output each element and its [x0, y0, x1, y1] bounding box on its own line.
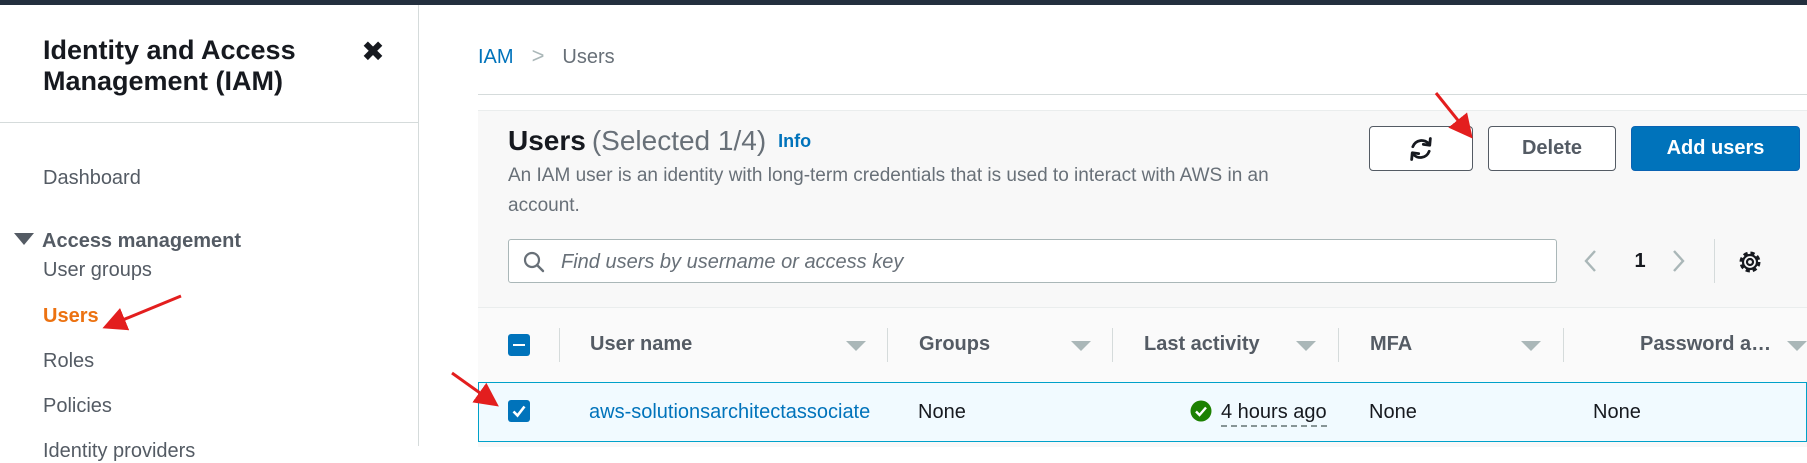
column-header-last-activity[interactable]: Last activity [1144, 333, 1260, 356]
previous-page-button[interactable] [1581, 239, 1611, 283]
sidebar-item-roles[interactable]: Roles [43, 349, 94, 373]
sidebar-section-label: Access management [42, 230, 241, 252]
column-separator [887, 328, 888, 362]
users-panel: Users (Selected 1/4) Info An IAM user is a… [478, 110, 1807, 447]
sidebar-item-dashboard[interactable]: Dashboard [43, 166, 141, 190]
sort-caret-icon[interactable] [1521, 341, 1541, 351]
sidebar: Identity and Access Management (IAM) ✖ D… [0, 5, 419, 462]
row-checkbox[interactable] [508, 400, 530, 422]
sidebar-item-users[interactable]: Users [43, 304, 99, 328]
table-header: User name Groups Last activity MFA Passw… [478, 307, 1807, 383]
breadcrumb-current: Users [562, 46, 615, 68]
password-age-cell: None [1593, 401, 1641, 423]
selected-count: (Selected 1/4) [591, 125, 767, 156]
sidebar-section-access-management[interactable]: Access management [14, 229, 241, 253]
success-check-icon [1190, 400, 1212, 422]
search-icon [523, 251, 545, 273]
table-row[interactable]: aws-solutionsarchitectassociate None 4 h… [478, 382, 1807, 442]
refresh-icon [1410, 137, 1432, 161]
sidebar-item-policies[interactable]: Policies [43, 394, 112, 418]
column-header-user-name[interactable]: User name [590, 333, 692, 356]
sidebar-divider [0, 122, 418, 123]
column-header-mfa[interactable]: MFA [1370, 333, 1412, 356]
groups-cell: None [918, 401, 966, 423]
sidebar-item-identity-providers[interactable]: Identity providers [43, 439, 195, 463]
search-field[interactable] [508, 239, 1557, 283]
column-separator [559, 328, 560, 362]
next-page-button[interactable] [1668, 239, 1698, 283]
pager-divider [1714, 239, 1715, 283]
chevron-left-icon [1584, 250, 1596, 272]
main-divider [478, 94, 1807, 95]
refresh-button[interactable] [1369, 126, 1473, 171]
breadcrumb: IAM > Users [478, 44, 615, 69]
info-link[interactable]: Info [778, 131, 811, 151]
column-separator [1338, 328, 1339, 362]
panel-description: An IAM user is an identity with long-ter… [508, 165, 1269, 216]
add-users-button[interactable]: Add users [1631, 126, 1800, 171]
column-separator [1563, 328, 1564, 362]
user-name-link[interactable]: aws-solutionsarchitectassociate [589, 400, 870, 424]
sidebar-item-user-groups[interactable]: User groups [43, 258, 152, 282]
delete-button[interactable]: Delete [1488, 126, 1616, 171]
breadcrumb-separator-icon: > [531, 43, 545, 68]
sort-caret-icon[interactable] [1071, 341, 1091, 351]
column-header-password-age[interactable]: Password a… [1640, 333, 1771, 356]
sidebar-title: Identity and Access Management (IAM) [43, 35, 296, 96]
page-title: Users [508, 125, 586, 156]
search-input[interactable] [559, 246, 1543, 278]
sort-caret-icon[interactable] [1787, 341, 1807, 351]
sort-caret-icon[interactable] [1296, 341, 1316, 351]
preferences-button[interactable] [1735, 247, 1765, 277]
column-header-groups[interactable]: Groups [919, 333, 990, 356]
chevron-right-icon [1673, 250, 1685, 272]
page-number-button[interactable]: 1 [1625, 239, 1655, 283]
column-separator [1112, 328, 1113, 362]
panel-header: Users (Selected 1/4) Info [508, 125, 811, 157]
checkmark-icon [512, 405, 526, 418]
close-icon[interactable]: ✖ [358, 37, 388, 67]
breadcrumb-iam-link[interactable]: IAM [478, 46, 514, 68]
caret-down-icon [14, 233, 34, 245]
sort-caret-icon[interactable] [846, 341, 866, 351]
select-all-checkbox[interactable] [508, 334, 530, 356]
mfa-cell: None [1369, 401, 1417, 423]
gear-icon [1739, 251, 1761, 273]
last-activity-value[interactable]: 4 hours ago [1221, 400, 1327, 427]
